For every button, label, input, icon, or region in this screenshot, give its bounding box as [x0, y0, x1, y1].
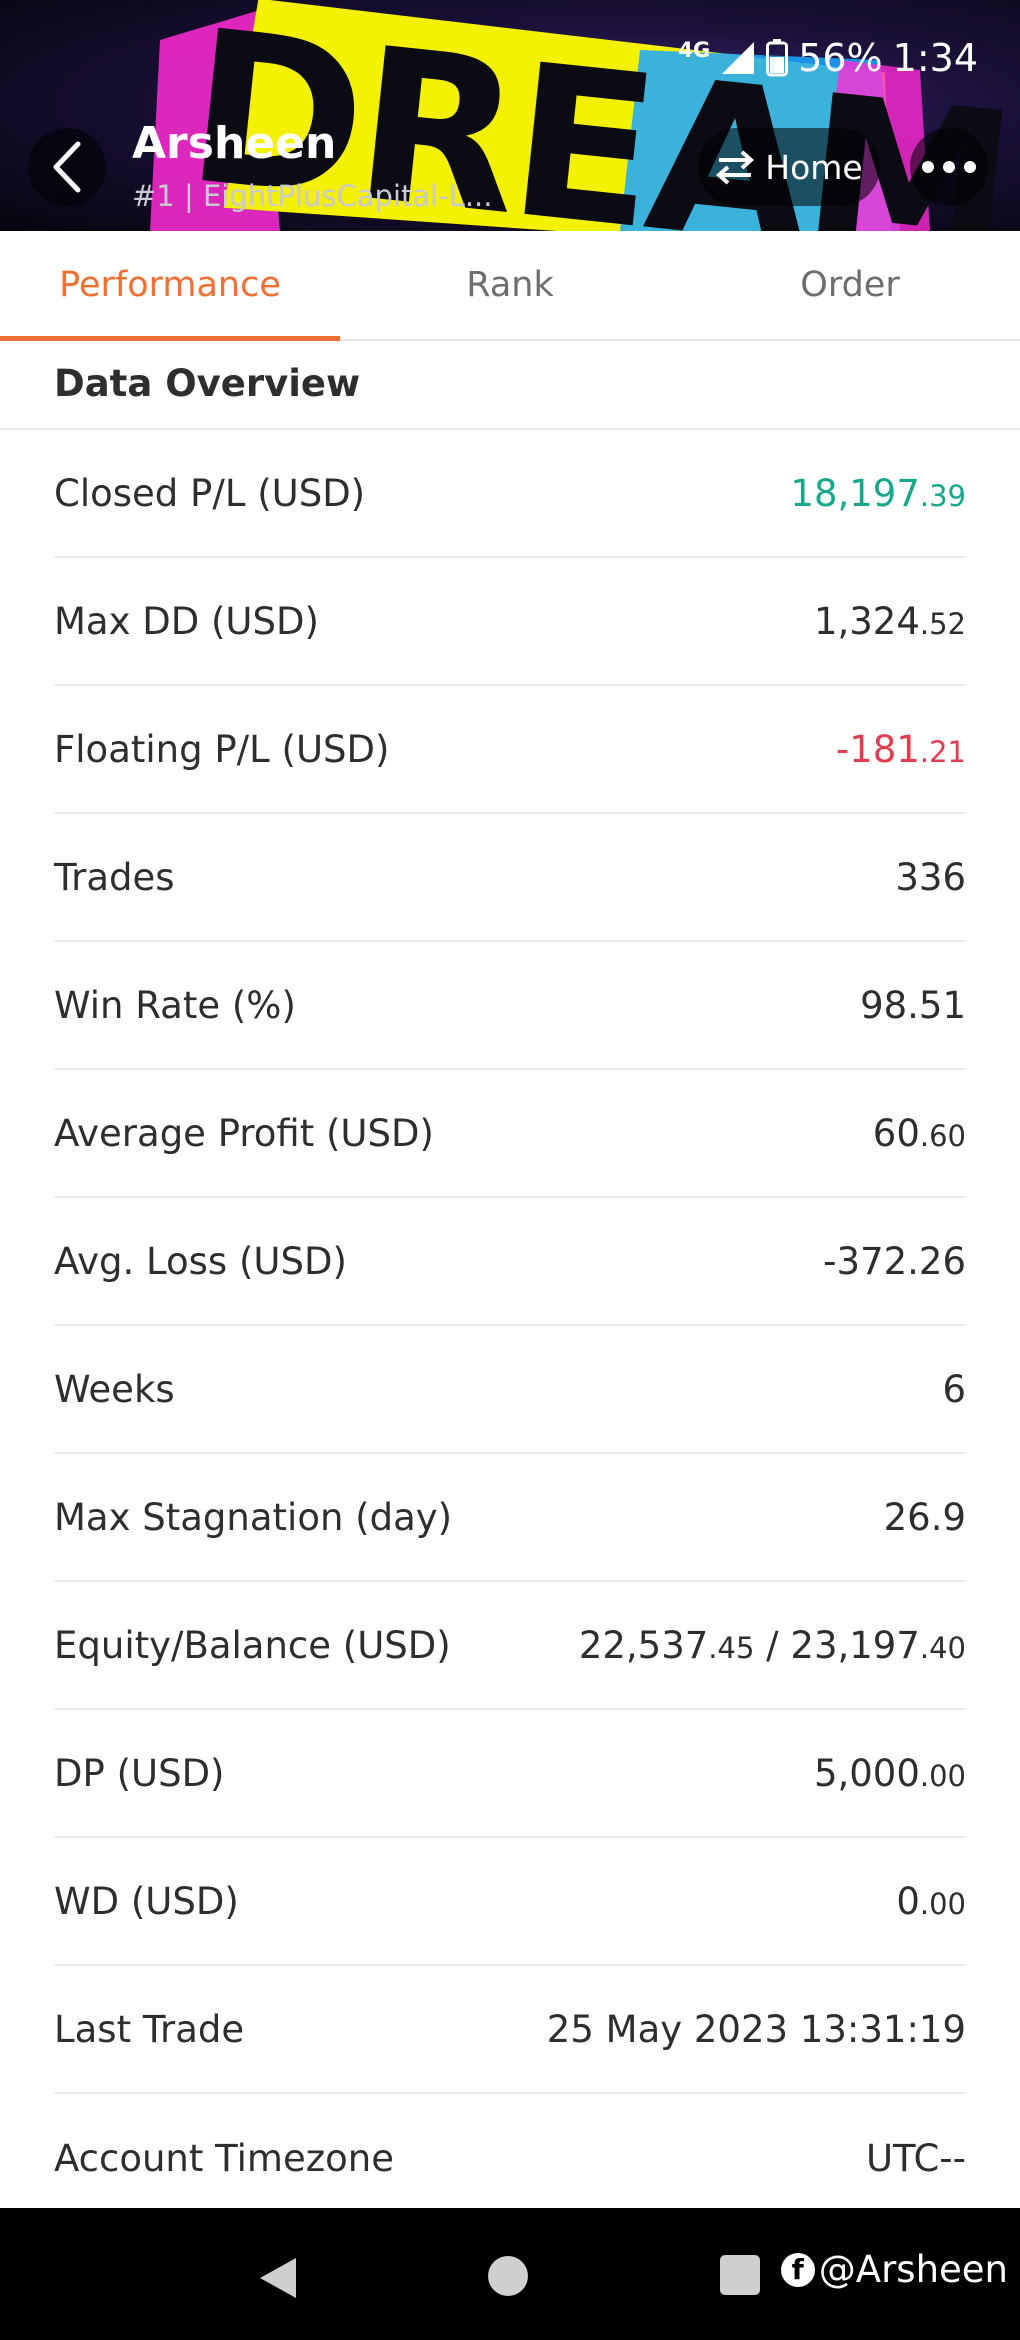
value-part: 98.51 — [860, 983, 966, 1027]
network-type: 4G — [678, 38, 711, 62]
data-row: Last Trade 25 May 2023 13:31:19 — [54, 1966, 966, 2094]
data-row: Closed P/L (USD) 18,197.39 — [54, 430, 966, 558]
row-value: -372.26 — [823, 1240, 966, 1283]
value-part: 26.9 — [883, 1495, 966, 1539]
value-part: 23,197 — [790, 1623, 920, 1667]
more-dots-icon — [922, 161, 976, 173]
row-label: Last Trade — [54, 2007, 245, 2051]
row-label: Max Stagnation (day) — [54, 1495, 453, 1539]
swap-arrows-icon — [716, 150, 755, 185]
back-button[interactable] — [28, 128, 106, 206]
data-row: Account Timezone UTC-- — [54, 2094, 966, 2222]
tab-order[interactable]: Order — [680, 231, 1020, 339]
data-row: Max Stagnation (day) 26.9 — [54, 1454, 966, 1582]
row-value: 336 — [895, 856, 966, 899]
row-label: Avg. Loss (USD) — [54, 1239, 347, 1283]
value-part: -372.26 — [823, 1239, 966, 1283]
row-label: DP (USD) — [54, 1751, 225, 1795]
tab-bar: Performance Rank Order — [0, 231, 1020, 341]
row-label: Closed P/L (USD) — [54, 471, 366, 515]
row-value: 26.9 — [884, 1496, 966, 1539]
value-decimal: .52 — [919, 606, 966, 641]
row-label: Max DD (USD) — [54, 599, 319, 643]
signal-icon — [722, 42, 755, 74]
watermark: f @Arsheen — [780, 2248, 1008, 2291]
chevron-left-icon — [53, 141, 81, 193]
row-value: -181.21 — [836, 728, 966, 771]
clock: 1:34 — [892, 36, 978, 80]
row-value: 18,197.39 — [790, 472, 966, 515]
row-value: UTC-- — [866, 2137, 966, 2180]
row-label: Equity/Balance (USD) — [54, 1623, 451, 1667]
value-decimal: .60 — [919, 1118, 966, 1153]
value-part: 5,000 — [813, 1751, 920, 1795]
nav-back-icon[interactable] — [258, 2256, 298, 2300]
battery-icon — [766, 39, 789, 77]
row-value: 5,000.00 — [814, 1752, 966, 1795]
data-row: Avg. Loss (USD) -372.26 — [54, 1198, 966, 1326]
row-label: Account Timezone — [54, 2136, 394, 2180]
home-button[interactable]: Home — [698, 128, 880, 206]
data-row: Max DD (USD) 1,324.52 — [54, 558, 966, 686]
system-nav-bar: f @Arsheen — [0, 2208, 1020, 2340]
row-value: 22,537.45 / 23,197.40 — [579, 1624, 966, 1667]
value-decimal: .39 — [919, 478, 966, 513]
value-part: 22,537 — [578, 1623, 709, 1667]
row-value: 0.00 — [896, 1880, 966, 1923]
value-part: 1,324 — [813, 599, 920, 643]
row-value: 60.60 — [873, 1112, 966, 1155]
data-row: Weeks 6 — [54, 1326, 966, 1454]
row-label: WD (USD) — [54, 1879, 239, 1923]
data-row: WD (USD) 0.00 — [54, 1838, 966, 1966]
value-decimal: .21 — [919, 734, 966, 769]
value-part: 6 — [942, 1367, 966, 1411]
value-part: / — [754, 1623, 791, 1667]
status-bar: 4G 56% 1:34 — [678, 30, 978, 86]
account-name: Arsheen — [132, 118, 337, 169]
value-part: 60 — [872, 1111, 920, 1155]
row-label: Floating P/L (USD) — [54, 727, 390, 771]
account-title-block: Arsheen #1 | EightPlusCapital-L... — [132, 118, 493, 216]
data-row: Floating P/L (USD) -181.21 — [54, 686, 966, 814]
data-overview-list: Closed P/L (USD) 18,197.39 Max DD (USD) 1,3… — [0, 430, 1020, 2222]
more-options-button[interactable] — [910, 128, 988, 206]
section-title: Data Overview — [54, 361, 361, 405]
row-label: Weeks — [54, 1367, 175, 1411]
row-label: Average Profit (USD) — [54, 1111, 434, 1155]
battery-percent: 56% — [798, 36, 883, 80]
value-decimal: .00 — [919, 1758, 966, 1793]
value-part: 336 — [895, 855, 966, 899]
home-button-label: Home — [765, 147, 863, 187]
value-part: 18,197 — [790, 471, 920, 515]
value-decimal: .45 — [708, 1630, 755, 1665]
facebook-icon: f — [780, 2252, 815, 2287]
row-value: 25 May 2023 13:31:19 — [547, 2008, 966, 2051]
value-decimal: .40 — [919, 1630, 966, 1665]
row-value: 1,324.52 — [814, 600, 966, 643]
value-part: -181 — [835, 727, 920, 771]
app-header: DREAM 4G 56% 1:34 Arsheen #1 | EightPlus… — [0, 0, 1020, 231]
data-row: DP (USD) 5,000.00 — [54, 1710, 966, 1838]
row-label: Win Rate (%) — [54, 983, 296, 1027]
row-label: Trades — [54, 855, 175, 899]
watermark-text: @Arsheen — [818, 2248, 1008, 2291]
nav-home-icon[interactable] — [488, 2256, 528, 2296]
value-part: UTC-- — [865, 2136, 966, 2180]
data-row: Equity/Balance (USD) 22,537.45 / 23,197.4… — [54, 1582, 966, 1710]
account-subtitle: #1 | EightPlusCapital-L... — [132, 179, 493, 213]
nav-recents-icon[interactable] — [720, 2255, 760, 2295]
data-row: Win Rate (%) 98.51 — [54, 942, 966, 1070]
tab-performance[interactable]: Performance — [0, 231, 340, 341]
value-part: 0 — [896, 1879, 920, 1923]
value-part: 25 May 2023 13:31:19 — [546, 2007, 966, 2051]
tab-rank[interactable]: Rank — [340, 231, 680, 339]
row-value: 98.51 — [860, 984, 966, 1027]
data-row: Trades 336 — [54, 814, 966, 942]
data-row: Average Profit (USD) 60.60 — [54, 1070, 966, 1198]
row-value: 6 — [942, 1368, 966, 1411]
value-decimal: .00 — [919, 1886, 966, 1921]
